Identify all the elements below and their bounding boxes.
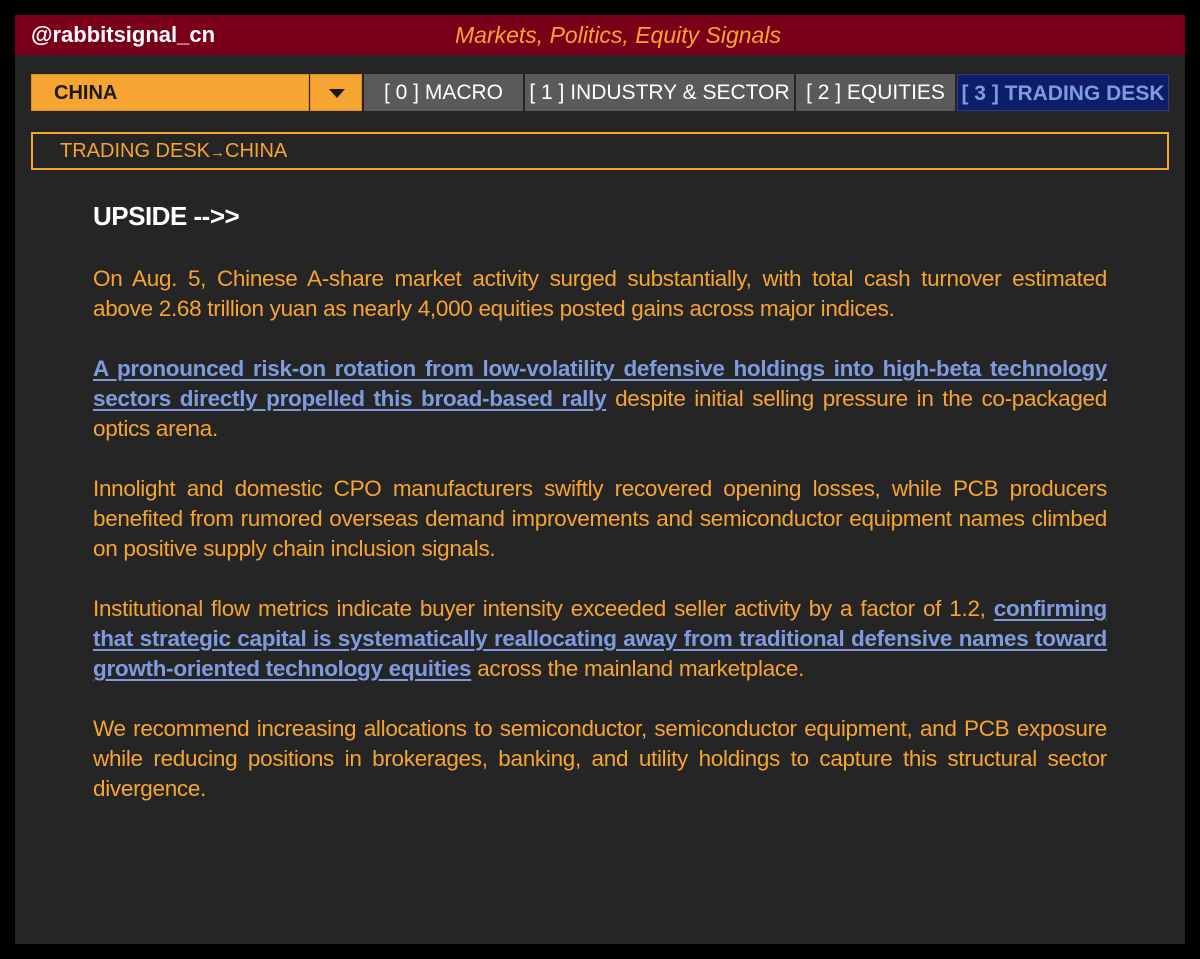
site-tagline: Markets, Politics, Equity Signals bbox=[455, 22, 781, 48]
tab-equities[interactable]: [ 2 ] EQUITIES bbox=[796, 74, 955, 111]
breadcrumb: TRADING DESK→CHINA bbox=[31, 132, 1169, 170]
region-select[interactable]: CHINA bbox=[31, 74, 309, 111]
paragraph-market-activity: On Aug. 5, Chinese A-share market activi… bbox=[93, 266, 1107, 321]
caret-down-icon bbox=[329, 89, 345, 98]
paragraph-rotation: A pronounced risk-on rotation from low-v… bbox=[93, 354, 1107, 444]
arrow-right-icon: → bbox=[210, 144, 226, 161]
region-select-value: CHINA bbox=[54, 82, 118, 104]
paragraph-flow-text: across the mainland marketplace. bbox=[471, 656, 805, 681]
paragraph-flow-metrics: Institutional flow metrics indicate buye… bbox=[93, 594, 1107, 684]
account-handle[interactable]: @rabbitsignal_cn bbox=[31, 15, 215, 55]
top-bar: @rabbitsignal_cn Markets, Politics, Equi… bbox=[15, 15, 1185, 55]
tab-industry-sector[interactable]: [ 1 ] INDUSTRY & SECTOR bbox=[525, 74, 794, 111]
article-body: UPSIDE -->> On Aug. 5, Chinese A-share m… bbox=[93, 200, 1107, 804]
section-title: UPSIDE -->> bbox=[93, 201, 240, 231]
paragraph-recommendation: We recommend increasing allocations to s… bbox=[93, 716, 1107, 801]
breadcrumb-region[interactable]: CHINA bbox=[225, 140, 287, 162]
app-window: @rabbitsignal_cn Markets, Politics, Equi… bbox=[15, 15, 1185, 944]
tab-macro[interactable]: [ 0 ] MACRO bbox=[364, 74, 523, 111]
breadcrumb-trail: TRADING DESK→CHINA bbox=[60, 134, 287, 170]
paragraph-sector-recovery: Innolight and domestic CPO manufacturers… bbox=[93, 476, 1107, 561]
region-dropdown-button[interactable] bbox=[310, 74, 362, 111]
breadcrumb-section[interactable]: TRADING DESK bbox=[60, 140, 210, 162]
tab-trading-desk[interactable]: [ 3 ] TRADING DESK bbox=[957, 74, 1169, 111]
paragraph-flow-lead: Institutional flow metrics indicate buye… bbox=[93, 596, 994, 621]
